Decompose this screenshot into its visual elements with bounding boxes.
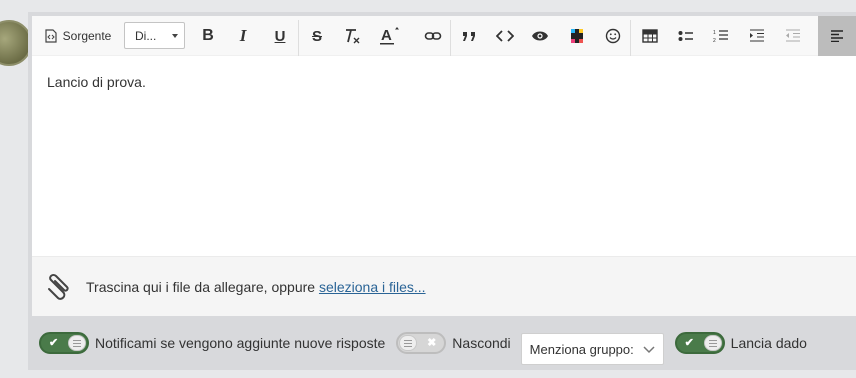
code-button[interactable] (492, 16, 518, 56)
toolbar-separator (450, 20, 451, 56)
source-icon (45, 29, 57, 43)
source-button[interactable]: Sorgente (38, 16, 118, 56)
toggle-knob (68, 335, 86, 351)
align-left-button[interactable] (818, 16, 856, 56)
editor-inner: Sorgente Di... B I U S A 1 2 Lancio di p… (32, 16, 856, 256)
format-dropdown-value: Di... (135, 28, 157, 43)
strikethrough-icon: S (311, 27, 322, 45)
blockquote-button[interactable] (456, 16, 482, 56)
align-left-icon (831, 30, 843, 42)
spoiler-button[interactable] (527, 16, 553, 56)
remove-format-icon (346, 29, 360, 44)
toggle-knob (703, 335, 722, 351)
mention-group-value: Menziona gruppo: (529, 341, 634, 357)
code-icon (496, 30, 514, 42)
editor-textarea[interactable]: Lancio di prova. (32, 56, 856, 256)
table-button[interactable] (636, 16, 664, 56)
caret-down-icon (172, 34, 178, 38)
bold-button[interactable]: B (196, 16, 220, 56)
attachment-text: Trascina qui i file da allegare, oppure (86, 278, 319, 295)
italic-icon: I (239, 26, 247, 45)
mention-group-select[interactable]: Menziona gruppo: (520, 333, 664, 365)
remove-format-button[interactable] (340, 16, 364, 56)
editor-content: Lancio di prova. (47, 74, 146, 90)
bold-icon: B (202, 27, 214, 44)
chevron-down-icon (643, 346, 655, 354)
attachment-dropzone[interactable]: Trascina qui i file da allegare, oppure … (32, 256, 856, 316)
svg-text:1: 1 (713, 30, 716, 36)
text-color-button[interactable]: A (376, 16, 404, 56)
attachment-instructions: Trascina qui i file da allegare, oppure … (86, 279, 426, 295)
outdent-icon (786, 29, 800, 42)
quote-icon (463, 32, 475, 41)
table-icon (642, 29, 658, 43)
color-picker-button[interactable] (564, 16, 590, 56)
reply-editor: Sorgente Di... B I U S A 1 2 Lancio di p… (28, 12, 856, 370)
underline-button[interactable]: U (268, 16, 292, 56)
paperclip-icon (48, 273, 69, 300)
hide-label: Nascondi (452, 335, 511, 351)
format-dropdown[interactable]: Di... (124, 22, 185, 49)
eye-icon (532, 31, 548, 41)
bulleted-list-button[interactable] (673, 16, 699, 56)
select-files-link[interactable]: seleziona i files... (319, 279, 426, 295)
roll-dice-toggle[interactable]: ✔ (674, 332, 725, 354)
svg-text:A: A (381, 27, 392, 44)
hide-toggle[interactable]: ✖ (396, 332, 447, 354)
indent-icon (750, 29, 764, 42)
emoji-button[interactable] (600, 16, 626, 56)
link-button[interactable] (419, 16, 447, 56)
toolbar-separator (298, 20, 299, 56)
italic-button[interactable]: I (231, 16, 255, 56)
notify-toggle[interactable]: ✔ (39, 332, 89, 354)
toggle-knob (399, 335, 418, 351)
editor-toolbar: Sorgente Di... B I U S A 1 2 (32, 16, 856, 56)
source-button-label: Sorgente (62, 29, 112, 43)
link-icon (424, 32, 442, 40)
text-color-icon: A (380, 27, 399, 45)
strikethrough-button[interactable]: S (305, 16, 329, 56)
check-icon: ✔ (49, 337, 59, 349)
smiley-icon (605, 28, 621, 44)
numbered-list-button[interactable]: 1 2 (708, 16, 734, 56)
check-icon: ✔ (684, 337, 694, 349)
roll-dice-label: Lancia dado (730, 335, 807, 351)
indent-button[interactable] (744, 16, 770, 56)
editor-footer: ✔ Notificami se vengono aggiunte nuove r… (28, 318, 856, 368)
underline-icon: U (274, 27, 286, 45)
outdent-button[interactable] (780, 16, 806, 56)
numbered-list-icon: 1 2 (713, 30, 728, 43)
color-palette-icon (571, 29, 583, 43)
toolbar-separator (630, 20, 631, 56)
svg-text:2: 2 (713, 38, 716, 43)
bullet-list-icon (678, 31, 693, 41)
notify-label: Notificami se vengono aggiunte nuove ris… (95, 335, 386, 351)
cross-icon: ✖ (427, 337, 437, 349)
